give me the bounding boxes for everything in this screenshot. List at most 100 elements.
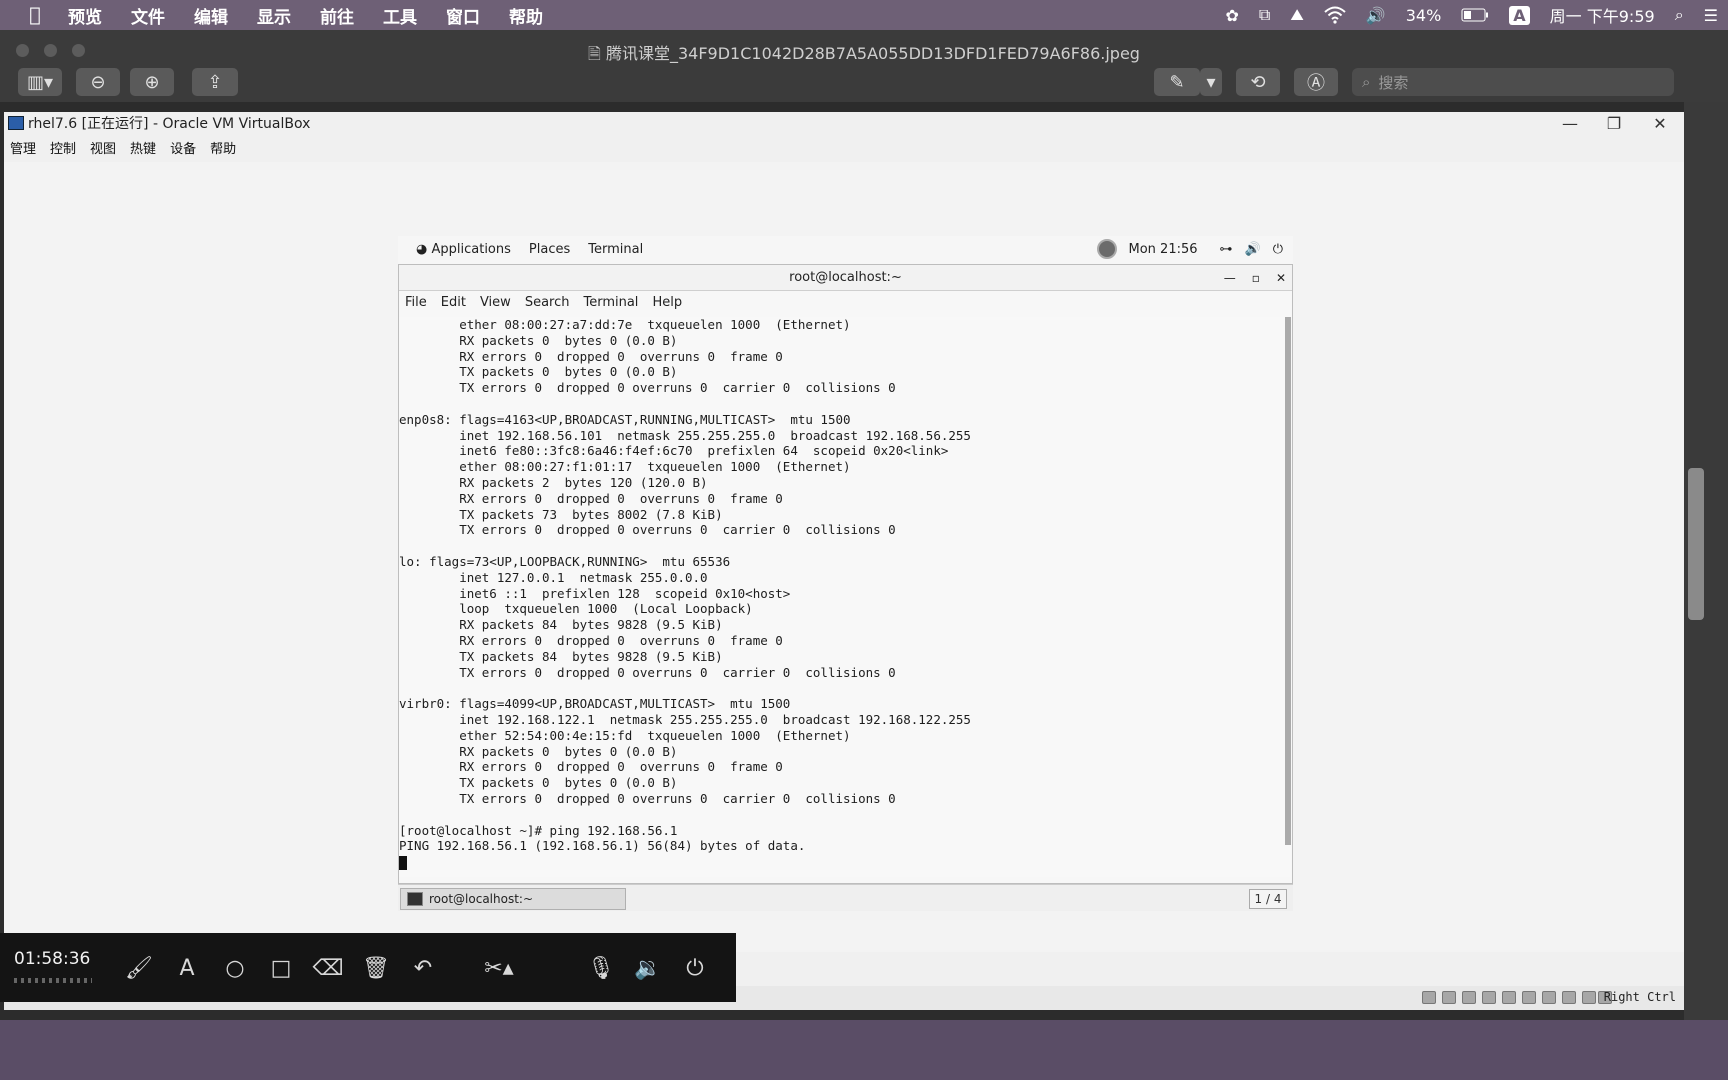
menu-help[interactable]: 帮助 xyxy=(509,3,543,28)
spotlight-search-icon[interactable]: ⌕ xyxy=(1675,5,1684,25)
terminal-line: enp0s8: flags=4163<UP,BROADCAST,RUNNING,… xyxy=(399,411,851,427)
power-status-icon[interactable]: ⏻ xyxy=(1273,242,1283,257)
terminal-maximize-button[interactable]: ▫ xyxy=(1252,271,1260,285)
gnome-places-menu[interactable]: Places xyxy=(529,242,570,257)
text-tool-icon[interactable]: A xyxy=(172,953,202,983)
menu-file[interactable]: 文件 xyxy=(131,3,165,28)
undo-icon[interactable]: ↶ xyxy=(408,953,438,983)
menu-edit[interactable]: 编辑 xyxy=(194,3,228,28)
terminal-menu-help[interactable]: Help xyxy=(652,295,682,315)
microphone-icon[interactable]: 🎙 xyxy=(586,953,616,983)
audio-icon[interactable] xyxy=(1462,991,1476,1004)
menubar-clock[interactable]: 周一 下午9:59 xyxy=(1550,3,1655,27)
menu-go[interactable]: 前往 xyxy=(320,3,354,28)
speaker-icon[interactable]: 🔉 xyxy=(633,953,663,983)
eraser-icon[interactable]: ⌫ xyxy=(312,953,343,983)
display-icon[interactable] xyxy=(1542,991,1556,1004)
vbox-menu-help[interactable]: 帮助 xyxy=(210,138,236,158)
taskbar-terminal-label: root@localhost:~ xyxy=(429,892,534,906)
terminal-line: RX packets 84 bytes 9828 (9.5 KiB) xyxy=(399,617,723,633)
gnome-top-bar: ◕ Applications Places Terminal Mon 21:56… xyxy=(398,236,1293,262)
vbox-menu-devices[interactable]: 设备 xyxy=(170,138,196,158)
terminal-scrollbar[interactable] xyxy=(1285,317,1291,845)
battery-icon[interactable] xyxy=(1461,8,1489,22)
vbox-menu-manage[interactable]: 管理 xyxy=(10,138,36,158)
menu-window[interactable]: 窗口 xyxy=(446,3,480,28)
terminal-line: TX errors 0 dropped 0 overruns 0 carrier… xyxy=(399,522,896,538)
search-input[interactable]: ⌕ 搜索 xyxy=(1352,68,1674,96)
recorder-toolbar: 01:58:36 🖌 A ○ □ ⌫ 🗑 ↶ ✂▴ 🎙 🔉 ⏻ xyxy=(0,933,736,1002)
optical-drive-icon[interactable] xyxy=(1442,991,1456,1004)
markup-dropdown-button[interactable]: ▾ xyxy=(1200,68,1222,96)
terminal-output[interactable]: ether 08:00:27:a7:dd:7e txqueuelen 1000 … xyxy=(399,317,1291,877)
menu-tools[interactable]: 工具 xyxy=(383,3,417,28)
wifi-icon[interactable] xyxy=(1324,6,1346,24)
brush-icon[interactable]: 🖌 xyxy=(124,953,154,983)
preview-scrollbar[interactable] xyxy=(1688,468,1704,620)
terminal-line: inet 127.0.0.1 netmask 255.0.0.0 xyxy=(399,569,708,585)
volume-icon[interactable]: 🔊 xyxy=(1366,6,1386,25)
terminal-line: RX errors 0 dropped 0 overruns 0 frame 0 xyxy=(399,632,783,648)
input-method[interactable]: A xyxy=(1509,5,1530,25)
vbox-menu-hotkey[interactable]: 热键 xyxy=(130,138,156,158)
search-placeholder: 搜索 xyxy=(1378,73,1409,92)
zoom-out-button[interactable]: ⊖ xyxy=(76,68,120,96)
menu-view[interactable]: 显示 xyxy=(257,3,291,28)
screen-mirror-icon[interactable]: ⧉ xyxy=(1259,5,1270,25)
gnome-window-list: root@localhost:~ 1 / 4 xyxy=(398,884,1293,911)
network-icon[interactable] xyxy=(1482,991,1496,1004)
terminal-menu-file[interactable]: File xyxy=(405,295,427,315)
markup-pen-button[interactable]: ✎ xyxy=(1154,68,1200,96)
menu-app-name[interactable]: 预览 xyxy=(68,3,102,28)
gnome-clock[interactable]: Mon 21:56 xyxy=(1129,242,1198,257)
shared-folder-icon[interactable] xyxy=(1522,991,1536,1004)
terminal-line: inet6 fe80::3fc8:6a46:f4ef:6c70 prefixle… xyxy=(399,443,949,459)
hard-disk-icon[interactable] xyxy=(1422,991,1436,1004)
terminal-menu-view[interactable]: View xyxy=(480,295,511,315)
control-center-icon[interactable]: ☰ xyxy=(1704,6,1718,25)
trash-icon[interactable]: 🗑 xyxy=(361,953,391,983)
terminal-menu-terminal[interactable]: Terminal xyxy=(583,295,638,315)
share-button[interactable]: ⇪ xyxy=(192,68,238,96)
vbox-menu-view[interactable]: 视图 xyxy=(90,138,116,158)
preview-titlebar: 🗎 腾讯课堂_34F9D1C1042D28B7A5A055DD13DFD1FED… xyxy=(0,30,1728,102)
terminal-line: PING 192.168.56.1 (192.168.56.1) 56(84) … xyxy=(399,838,806,854)
markup-toolbar-button[interactable]: Ⓐ xyxy=(1294,68,1338,96)
circle-tool-icon[interactable]: ○ xyxy=(220,953,250,983)
vbox-restore-button[interactable]: ❐ xyxy=(1592,112,1636,134)
terminal-minimize-button[interactable]: — xyxy=(1224,271,1236,285)
rotate-button[interactable]: ⟲ xyxy=(1236,68,1280,96)
terminal-close-button[interactable]: ✕ xyxy=(1276,271,1286,285)
apple-icon[interactable]:  xyxy=(16,4,54,26)
terminal-menu-search[interactable]: Search xyxy=(525,295,570,315)
power-icon[interactable]: ⏻ xyxy=(680,953,710,983)
mountain-app-icon[interactable]: ⛰ xyxy=(1290,5,1303,25)
vbox-close-button[interactable]: ✕ xyxy=(1638,112,1682,134)
app-status-icon[interactable]: ✿ xyxy=(1225,6,1238,25)
terminal-window: root@localhost:~ — ▫ ✕ File Edit View Se… xyxy=(398,264,1293,884)
network-status-icon[interactable]: ⊶ xyxy=(1220,242,1233,257)
zoom-in-button[interactable]: ⊕ xyxy=(130,68,174,96)
taskbar-terminal-item[interactable]: root@localhost:~ xyxy=(400,888,626,910)
scissors-icon[interactable]: ✂▴ xyxy=(484,953,514,983)
workspace-indicator[interactable]: 1 / 4 xyxy=(1249,889,1287,909)
vbox-minimize-button[interactable]: — xyxy=(1548,112,1592,134)
terminal-line: RX packets 0 bytes 0 (0.0 B) xyxy=(399,332,678,348)
terminal-menu-edit[interactable]: Edit xyxy=(441,295,466,315)
gnome-foot-icon: ◕ xyxy=(416,241,432,257)
sound-status-icon[interactable]: 🔊 xyxy=(1245,242,1261,257)
terminal-line: inet 192.168.122.1 netmask 255.255.255.0… xyxy=(399,711,971,727)
terminal-line: [root@localhost ~]# ping 192.168.56.1 xyxy=(399,822,678,838)
usb-icon[interactable] xyxy=(1502,991,1516,1004)
gnome-terminal-menu[interactable]: Terminal xyxy=(588,242,643,257)
gnome-applications-menu[interactable]: ◕ Applications xyxy=(416,242,511,257)
recording-icon[interactable] xyxy=(1562,991,1576,1004)
recording-timer: 01:58:36 xyxy=(14,949,91,969)
rectangle-tool-icon[interactable]: □ xyxy=(266,953,296,983)
user-avatar[interactable] xyxy=(1096,239,1117,259)
sidebar-toggle-button[interactable]: ▥▾ xyxy=(18,68,62,96)
vbox-menu-control[interactable]: 控制 xyxy=(50,138,76,158)
cpu-icon[interactable] xyxy=(1582,991,1596,1004)
